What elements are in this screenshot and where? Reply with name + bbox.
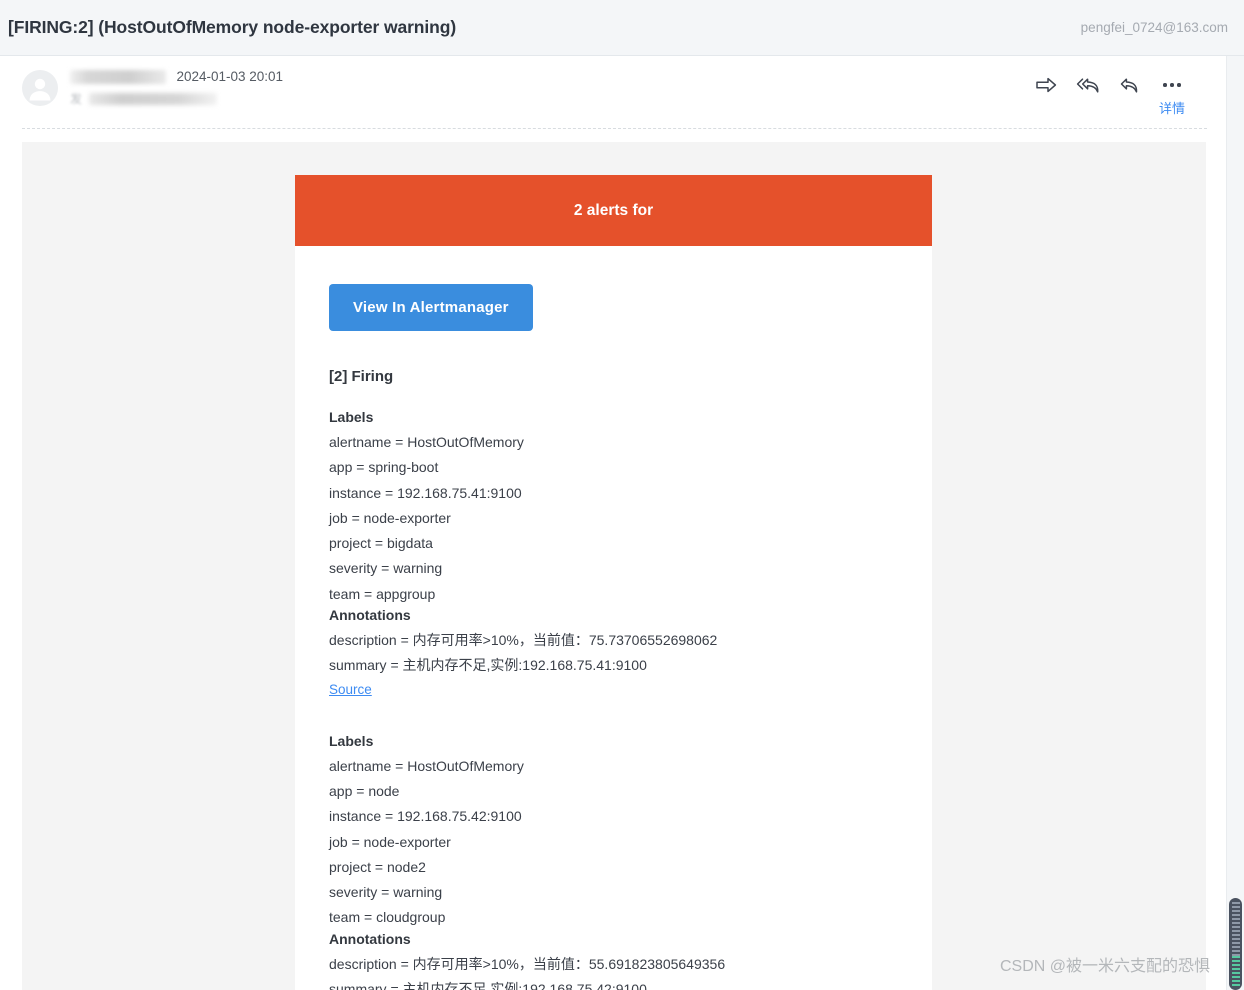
label-row: team = cloudgroup <box>329 909 446 926</box>
label-row: project = bigdata <box>329 535 433 552</box>
alert-body: View In Alertmanager [2] Firing Labels al… <box>295 246 932 990</box>
alert-count-text: 2 alerts for <box>573 201 654 219</box>
scrollbar-track[interactable] <box>1227 56 1244 990</box>
recipient-info: 发 <box>70 90 218 108</box>
annotation-row: description = 内存可用率>10%，当前值：75.737065526… <box>329 632 718 649</box>
labels-heading: Labels <box>329 732 374 749</box>
annotation-row: summary = 主机内存不足,实例:192.168.75.41:9100 <box>329 657 647 674</box>
reply-icon[interactable] <box>1117 72 1143 98</box>
message-actions <box>1033 72 1185 98</box>
alert-header: 2 alerts for <box>295 175 932 246</box>
label-row: severity = warning <box>329 560 443 577</box>
message-date: 2024-01-03 20:01 <box>176 69 284 85</box>
sender-row: 2024-01-03 20:01 发 详情 <box>22 62 1207 128</box>
page-title: [FIRING:2] (HostOutOfMemory node-exporte… <box>8 17 457 37</box>
recipient-prefix: 发 <box>70 92 83 107</box>
more-dots <box>1163 83 1181 87</box>
subject-bar: [FIRING:2] (HostOutOfMemory node-exporte… <box>0 0 1244 56</box>
alert-card: 2 alerts for View In Alertmanager [2] Fi… <box>295 175 932 990</box>
label-row: instance = 192.168.75.41:9100 <box>329 484 522 501</box>
annotations-heading: Annotations <box>329 607 411 624</box>
view-in-alertmanager-button[interactable]: View In Alertmanager <box>329 284 533 331</box>
sender-info: 2024-01-03 20:01 <box>70 68 283 86</box>
account-email: pengfei_0724@163.com <box>1080 20 1228 35</box>
annotation-row: summary = 主机内存不足,实例:192.168.75.42:9100 <box>329 981 647 990</box>
label-row: severity = warning <box>329 884 443 901</box>
detail-link[interactable]: 详情 <box>1159 98 1185 117</box>
divider <box>22 128 1207 129</box>
annotations-heading: Annotations <box>329 930 411 947</box>
scrollbar-stripes-accent <box>1231 956 1240 986</box>
alert-group: Labels alertname = HostOutOfMemory app = n… <box>329 733 898 990</box>
reply-all-icon[interactable] <box>1075 72 1101 98</box>
label-row: app = node <box>329 782 400 799</box>
firing-title: [2] Firing <box>329 368 394 385</box>
label-row: job = node-exporter <box>329 833 451 850</box>
email-alert-page: [FIRING:2] (HostOutOfMemory node-exporte… <box>0 0 1244 990</box>
label-row: app = spring-boot <box>329 459 439 476</box>
message-panel: 2024-01-03 20:01 发 详情 2 alerts for View … <box>0 56 1227 990</box>
label-row: project = node2 <box>329 858 426 875</box>
label-row: alertname = HostOutOfMemory <box>329 757 524 774</box>
label-row: job = node-exporter <box>329 509 451 526</box>
label-row: team = appgroup <box>329 585 436 602</box>
recipient-redacted <box>89 92 218 105</box>
label-row: alertname = HostOutOfMemory <box>329 434 524 450</box>
source-link[interactable]: Source <box>329 682 372 697</box>
forward-icon[interactable] <box>1033 72 1059 98</box>
scrollbar-thumb[interactable] <box>1229 898 1242 990</box>
alert-group: Labels alertname = HostOutOfMemory app = s… <box>329 409 898 699</box>
annotation-row: description = 内存可用率>10%，当前值：55.691823805… <box>329 955 726 972</box>
more-icon[interactable] <box>1159 72 1185 98</box>
sender-name-redacted <box>70 69 166 84</box>
labels-heading: Labels <box>329 409 374 425</box>
label-row: instance = 192.168.75.42:9100 <box>329 808 522 825</box>
email-body: 2 alerts for View In Alertmanager [2] Fi… <box>22 142 1206 990</box>
avatar <box>22 70 58 106</box>
alert-groups: Labels alertname = HostOutOfMemory app = s… <box>329 409 898 990</box>
